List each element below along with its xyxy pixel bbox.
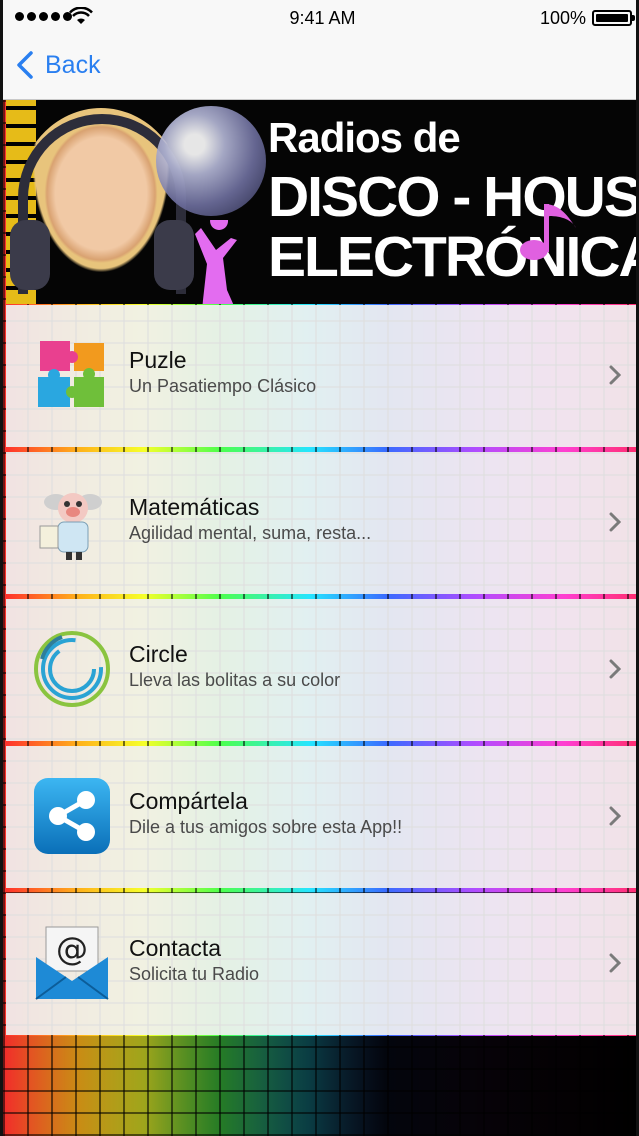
menu-item-title: Matemáticas <box>129 494 260 520</box>
chevron-right-icon <box>609 806 621 826</box>
menu-item-title: Compártela <box>129 788 248 814</box>
menu-item-subtitle: Solicita tu Radio <box>129 964 260 984</box>
back-label: Back <box>45 50 101 79</box>
menu-item-title: Puzle <box>129 347 187 373</box>
menu-item-subtitle: Lleva las bolitas a su color <box>129 670 341 690</box>
disco-dancer-silhouette <box>195 220 237 304</box>
disco-ball-image <box>156 106 266 216</box>
menu-item-subtitle: Agilidad mental, suma, resta... <box>129 523 372 543</box>
professor-icon <box>39 493 102 560</box>
chevron-left-icon <box>17 51 33 79</box>
status-bar: 9:41 AM 100% <box>3 0 636 36</box>
menu-item-title: Circle <box>129 641 188 667</box>
email-icon: @ <box>35 926 109 1000</box>
chevron-right-icon <box>609 953 621 973</box>
menu-item-subtitle: Un Pasatiempo Clásico <box>129 376 317 396</box>
header-banner: Radios de DISCO - HOUSE ELECTRÓNICA <box>6 100 636 304</box>
footer-background <box>3 1036 636 1136</box>
battery-icon <box>592 10 635 26</box>
app-screen: 9:41 AM 100% Back Radios de DISCO - HOUS… <box>0 0 639 1136</box>
menu-item-matematicas[interactable]: Matemáticas Agilidad mental, suma, resta… <box>6 452 636 594</box>
circle-game-icon <box>34 631 110 707</box>
menu-item-circle[interactable]: Circle Lleva las bolitas a su color <box>6 599 636 741</box>
menu-item-contacta[interactable]: @ Contacta Solicita tu Radio <box>6 893 636 1035</box>
menu-item-puzle[interactable]: Puzle Un Pasatiempo Clásico <box>6 305 636 447</box>
navigation-bar: Back <box>3 36 636 100</box>
chevron-right-icon <box>609 365 621 385</box>
banner-title-line1: Radios de <box>268 114 461 161</box>
headphone-left-cup <box>10 220 50 290</box>
puzzle-icon <box>38 341 104 407</box>
svg-text:@: @ <box>56 930 88 968</box>
menu-item-title: Contacta <box>129 935 222 961</box>
chevron-right-icon <box>609 512 621 532</box>
menu-item-compartela[interactable]: Compártela Dile a tus amigos sobre esta … <box>6 746 636 888</box>
chevron-right-icon <box>609 659 621 679</box>
share-icon <box>34 778 110 854</box>
menu-item-subtitle: Dile a tus amigos sobre esta App!! <box>129 817 403 837</box>
back-button[interactable]: Back <box>15 50 101 80</box>
music-note-icon <box>520 204 576 260</box>
battery-percentage: 100% <box>539 8 586 28</box>
